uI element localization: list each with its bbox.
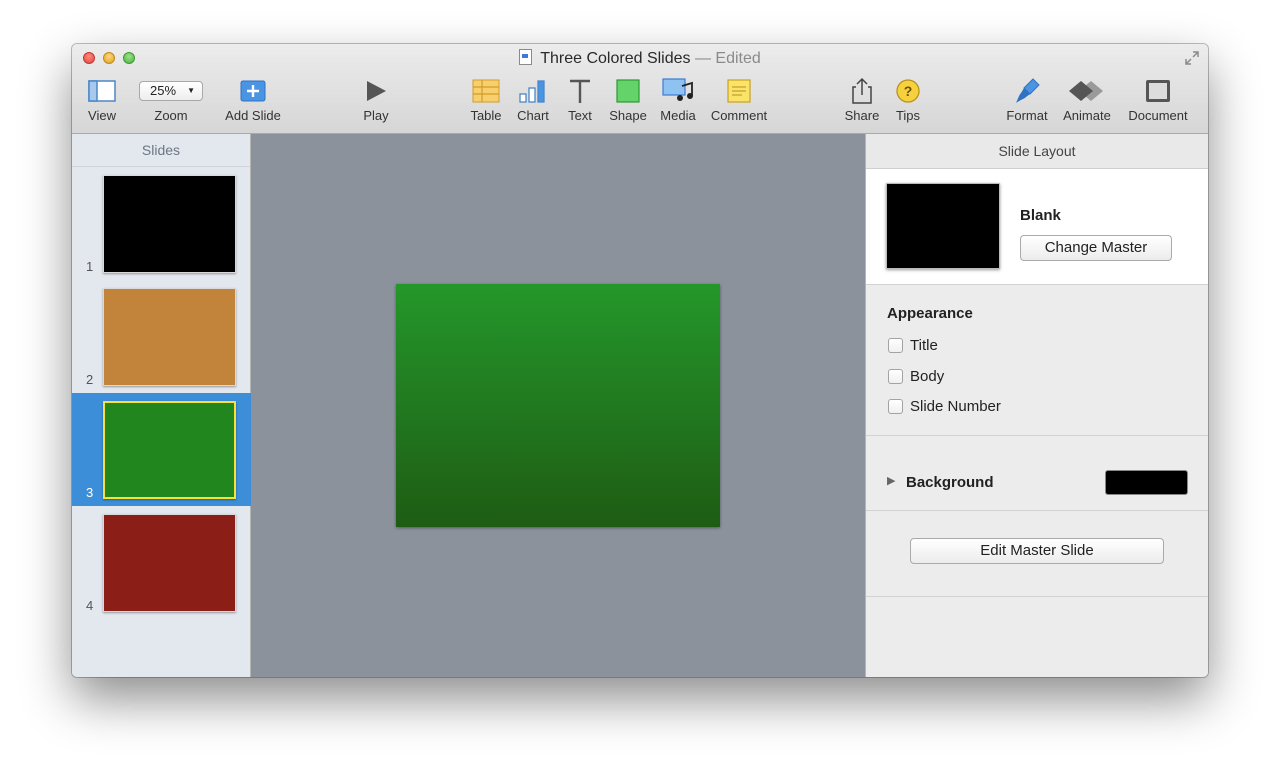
slide-number-checkbox-row[interactable]: Slide Number [888, 397, 1001, 415]
master-name: Blank [1020, 207, 1061, 224]
keynote-document-icon [519, 49, 533, 65]
play-icon [367, 81, 386, 101]
animate-icon [1069, 81, 1103, 101]
navigator-header: Slides [72, 134, 250, 167]
slide-navigator: Slides 1 2 3 4 [72, 134, 251, 677]
background-color-well[interactable] [1105, 470, 1188, 495]
format-button[interactable]: Format [1002, 76, 1052, 123]
change-master-button[interactable]: Change Master [1020, 235, 1172, 261]
slide-number: 1 [86, 259, 94, 274]
appearance-section: Appearance Title Body Slide Number [866, 285, 1208, 436]
slide-number: 2 [86, 372, 94, 387]
tips-label: Tips [895, 108, 921, 123]
slide-thumb [103, 401, 236, 499]
slide-number: 4 [86, 598, 94, 613]
shape-label: Shape [609, 108, 647, 123]
appearance-title: Appearance [887, 305, 973, 322]
comment-icon [727, 79, 751, 103]
master-thumbnail[interactable] [886, 183, 1000, 269]
text-label: Text [568, 108, 592, 123]
slide-thumb [103, 175, 236, 273]
zoom-label: Zoom [154, 108, 188, 123]
help-icon: ? [896, 79, 920, 103]
add-slide-label: Add Slide [225, 108, 281, 123]
background-section: ▶ Background [866, 436, 1208, 511]
tips-button[interactable]: ? Tips [888, 76, 928, 123]
view-button[interactable]: View [82, 76, 122, 123]
master-section: Blank Change Master [866, 169, 1208, 285]
keynote-window: Three Colored Slides — Edited View 25% ▼ … [72, 44, 1208, 677]
text-button[interactable]: Text [560, 76, 600, 123]
slide-thumbnail-3[interactable]: 3 [72, 393, 251, 506]
title-checkbox-row[interactable]: Title [888, 336, 938, 354]
title-option-label: Title [910, 336, 938, 354]
view-label: View [88, 108, 116, 123]
chart-button[interactable]: Chart [513, 76, 553, 123]
inspector-header: Slide Layout [866, 134, 1208, 169]
media-button[interactable]: Media [656, 76, 700, 123]
document-name: Three Colored Slides [540, 50, 691, 67]
format-label: Format [1006, 108, 1048, 123]
fullscreen-icon[interactable] [1184, 50, 1200, 66]
zoom-value: 25% [150, 83, 177, 98]
background-title[interactable]: Background [906, 474, 994, 491]
window-title: Three Colored Slides — Edited [72, 49, 1208, 68]
slide-number-option-label: Slide Number [910, 397, 1001, 415]
text-icon [570, 79, 590, 103]
slide-thumb [103, 288, 236, 386]
view-icon [88, 80, 116, 102]
media-icon [662, 78, 693, 101]
slide-thumbnail-2[interactable]: 2 [72, 280, 251, 393]
add-slide-button[interactable]: Add Slide [222, 76, 284, 123]
document-button[interactable]: Document [1124, 76, 1192, 123]
play-label: Play [363, 108, 389, 123]
chart-label: Chart [517, 108, 549, 123]
table-label: Table [470, 108, 502, 123]
chart-icon [519, 80, 545, 103]
table-button[interactable]: Table [466, 76, 506, 123]
slide-number-checkbox[interactable] [888, 398, 903, 414]
media-label: Media [660, 108, 696, 123]
toolbar: Three Colored Slides — Edited View 25% ▼ … [72, 44, 1208, 134]
comment-button[interactable]: Comment [708, 76, 770, 123]
slide-canvas[interactable] [251, 134, 865, 677]
body-option-label: Body [910, 367, 945, 385]
share-button[interactable]: Share [842, 76, 882, 123]
paintbrush-icon [1016, 78, 1040, 103]
share-icon [852, 77, 872, 104]
share-label: Share [844, 108, 880, 123]
disclosure-triangle-icon[interactable]: ▶ [887, 474, 895, 487]
inspector-panel: Slide Layout Blank Change Master Appeara… [865, 134, 1208, 677]
zoom-control[interactable]: 25% ▼ Zoom [136, 76, 206, 123]
zoom-select[interactable]: 25% ▼ [139, 81, 203, 101]
edit-master-section: Edit Master Slide [866, 511, 1208, 597]
document-label: Document [1128, 108, 1188, 123]
table-icon [472, 79, 500, 103]
body-checkbox-row[interactable]: Body [888, 367, 944, 385]
svg-text:?: ? [904, 83, 913, 99]
current-slide[interactable] [396, 284, 720, 527]
shape-icon [616, 79, 640, 103]
title-checkbox[interactable] [888, 337, 903, 353]
document-icon [1146, 80, 1170, 102]
slide-thumbnail-1[interactable]: 1 [72, 167, 251, 280]
animate-label: Animate [1063, 108, 1111, 123]
play-button[interactable]: Play [356, 76, 396, 123]
chevron-down-icon: ▼ [187, 86, 195, 95]
comment-label: Comment [710, 108, 768, 123]
add-slide-icon [240, 80, 266, 102]
slide-number: 3 [86, 485, 94, 500]
animate-button[interactable]: Animate [1058, 76, 1116, 123]
slide-thumbnail-4[interactable]: 4 [72, 506, 251, 619]
body-checkbox[interactable] [888, 368, 903, 384]
slide-thumb [103, 514, 236, 612]
edit-master-slide-button[interactable]: Edit Master Slide [910, 538, 1164, 564]
shape-button[interactable]: Shape [607, 76, 649, 123]
edited-status: — Edited [694, 50, 761, 67]
